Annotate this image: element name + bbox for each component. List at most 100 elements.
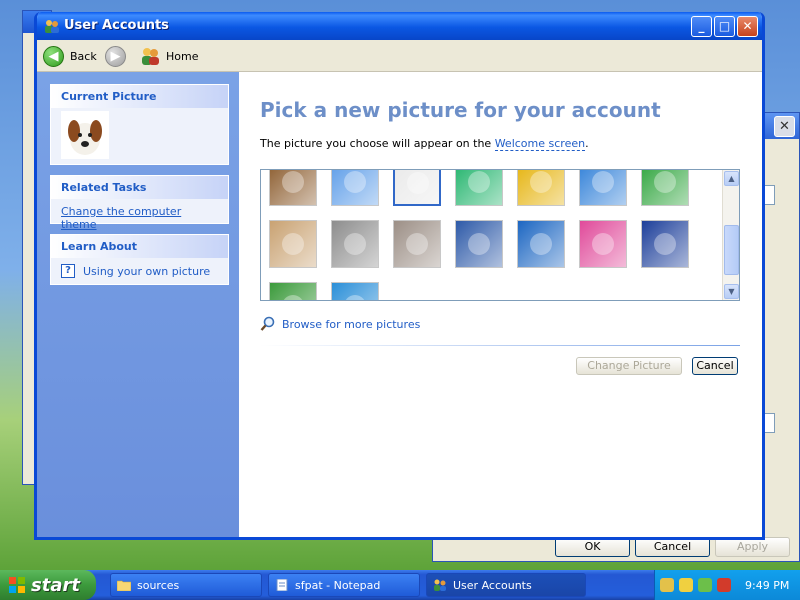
navigation-toolbar: ◀ Back ▶ Home: [37, 40, 762, 72]
close-icon: ✕: [742, 19, 753, 33]
related-tasks-panel: Related Tasks Change the computer theme: [50, 175, 229, 231]
picture-orange-daisy[interactable]: [641, 220, 689, 268]
home-label: Home: [166, 49, 199, 63]
picture-image: [344, 233, 366, 255]
apply-button[interactable]: Apply: [715, 537, 790, 557]
picture-rocket-launch[interactable]: [455, 220, 503, 268]
picture-skateboarder[interactable]: [269, 282, 317, 300]
minimize-button[interactable]: _: [691, 16, 712, 37]
folder-icon: [117, 580, 131, 591]
picture-image: [530, 233, 552, 255]
ok-button[interactable]: OK: [555, 537, 630, 557]
close-icon[interactable]: ✕: [774, 116, 795, 137]
users-icon: [45, 20, 59, 33]
user-accounts-window: User Accounts _ □ ✕ ◀ Back ▶ Home Curren…: [34, 12, 765, 540]
security-center-icon[interactable]: [717, 578, 731, 592]
close-button[interactable]: ✕: [737, 16, 758, 37]
maximize-button[interactable]: □: [714, 16, 735, 37]
browse-pictures-link[interactable]: Browse for more pictures: [260, 316, 420, 332]
update-icon[interactable]: [698, 578, 712, 592]
notepad-icon: [276, 579, 288, 591]
picture-image: [344, 295, 366, 300]
system-tray: 9:49 PM: [654, 570, 800, 600]
taskbar: start sources sfpat - Notepad User Accou…: [0, 570, 800, 600]
description-text: The picture you choose will appear on th…: [260, 137, 492, 150]
picture-pink-flower[interactable]: [579, 220, 627, 268]
picture-karate[interactable]: [393, 220, 441, 268]
browse-label: Browse for more pictures: [282, 317, 421, 331]
picture-image: [592, 233, 614, 255]
magnifier-icon: [260, 316, 275, 331]
current-picture-title: Current Picture: [51, 85, 228, 108]
page-title: Pick a new picture for your account: [260, 98, 661, 122]
taskbar-item-label: sources: [137, 578, 180, 592]
picture-image: [407, 172, 429, 194]
taskbar-item-label: sfpat - Notepad: [295, 578, 381, 592]
welcome-screen-link[interactable]: Welcome screen: [494, 137, 586, 151]
picture-image: [282, 233, 304, 255]
picture-dog[interactable]: [393, 170, 441, 206]
security-shield-icon[interactable]: [679, 578, 693, 592]
scroll-thumb[interactable]: [724, 225, 739, 275]
clock: 9:49 PM: [745, 578, 790, 592]
current-picture-panel: Current Picture: [50, 84, 229, 165]
change-theme-link[interactable]: Change the computer theme: [61, 205, 181, 231]
picture-frog[interactable]: [641, 170, 689, 206]
network-icon[interactable]: [660, 578, 674, 592]
picture-chess-pieces[interactable]: [269, 170, 317, 206]
forward-arrow-icon: ▶: [105, 45, 126, 67]
forward-button[interactable]: ▶: [105, 45, 126, 67]
back-arrow-icon: ◀: [43, 45, 64, 67]
picture-image: [654, 171, 676, 193]
description-period: .: [585, 137, 589, 150]
picture-image: [282, 295, 304, 300]
scroll-down-icon[interactable]: ▼: [724, 284, 739, 299]
using-own-picture-link[interactable]: Using your own picture: [83, 265, 210, 278]
picture-duck[interactable]: [517, 170, 565, 206]
picture-fish[interactable]: [455, 170, 503, 206]
home-button[interactable]: Home: [140, 45, 198, 67]
separator: [260, 345, 740, 346]
scroll-up-icon[interactable]: ▲: [724, 171, 739, 186]
picture-horses[interactable]: [331, 220, 379, 268]
learn-about-panel: Learn About ? Using your own picture: [50, 234, 229, 285]
change-picture-button[interactable]: Change Picture: [576, 357, 682, 375]
picture-image: [344, 171, 366, 193]
task-pane: Current Picture Related Tasks Change the: [37, 72, 239, 537]
windows-flag-icon: [9, 577, 25, 593]
picture-description: The picture you choose will appear on th…: [260, 137, 589, 151]
picture-image: [530, 171, 552, 193]
start-label: start: [31, 574, 80, 596]
picture-dirt-bike[interactable]: [331, 170, 379, 206]
picture-flower-bud[interactable]: [579, 170, 627, 206]
picture-list-scrollbar[interactable]: ▲ ▼: [722, 170, 739, 300]
taskbar-item-notepad[interactable]: sfpat - Notepad: [268, 573, 420, 597]
help-icon: ?: [61, 264, 75, 278]
picture-snowflake[interactable]: [331, 282, 379, 300]
cancel-button[interactable]: Cancel: [692, 357, 738, 375]
picture-list[interactable]: ▲ ▼: [260, 169, 740, 301]
maximize-icon: □: [718, 19, 731, 33]
current-picture-dog-image: [61, 111, 109, 159]
picture-image: [468, 233, 490, 255]
title-bar[interactable]: User Accounts _ □ ✕: [37, 12, 762, 40]
learn-about-title: Learn About: [51, 235, 228, 258]
taskbar-item-label: User Accounts: [453, 578, 532, 592]
picture-image: [468, 171, 490, 193]
picture-image: [406, 233, 428, 255]
related-tasks-title: Related Tasks: [51, 176, 228, 199]
picture-palm-trees[interactable]: [517, 220, 565, 268]
picture-image: [654, 233, 676, 255]
home-users-icon: [142, 48, 159, 65]
background-cancel-button[interactable]: Cancel: [635, 537, 710, 557]
picture-guitar[interactable]: [269, 220, 317, 268]
content-area: Current Picture Related Tasks Change the: [37, 72, 762, 537]
window-title: User Accounts: [64, 18, 169, 33]
start-button[interactable]: start: [0, 570, 96, 600]
back-button[interactable]: ◀ Back: [43, 45, 97, 67]
taskbar-item-user-accounts[interactable]: User Accounts: [426, 573, 586, 597]
minimize-icon: _: [698, 19, 705, 33]
taskbar-item-sources[interactable]: sources: [110, 573, 262, 597]
picture-image: [592, 171, 614, 193]
users-icon: [434, 579, 446, 591]
